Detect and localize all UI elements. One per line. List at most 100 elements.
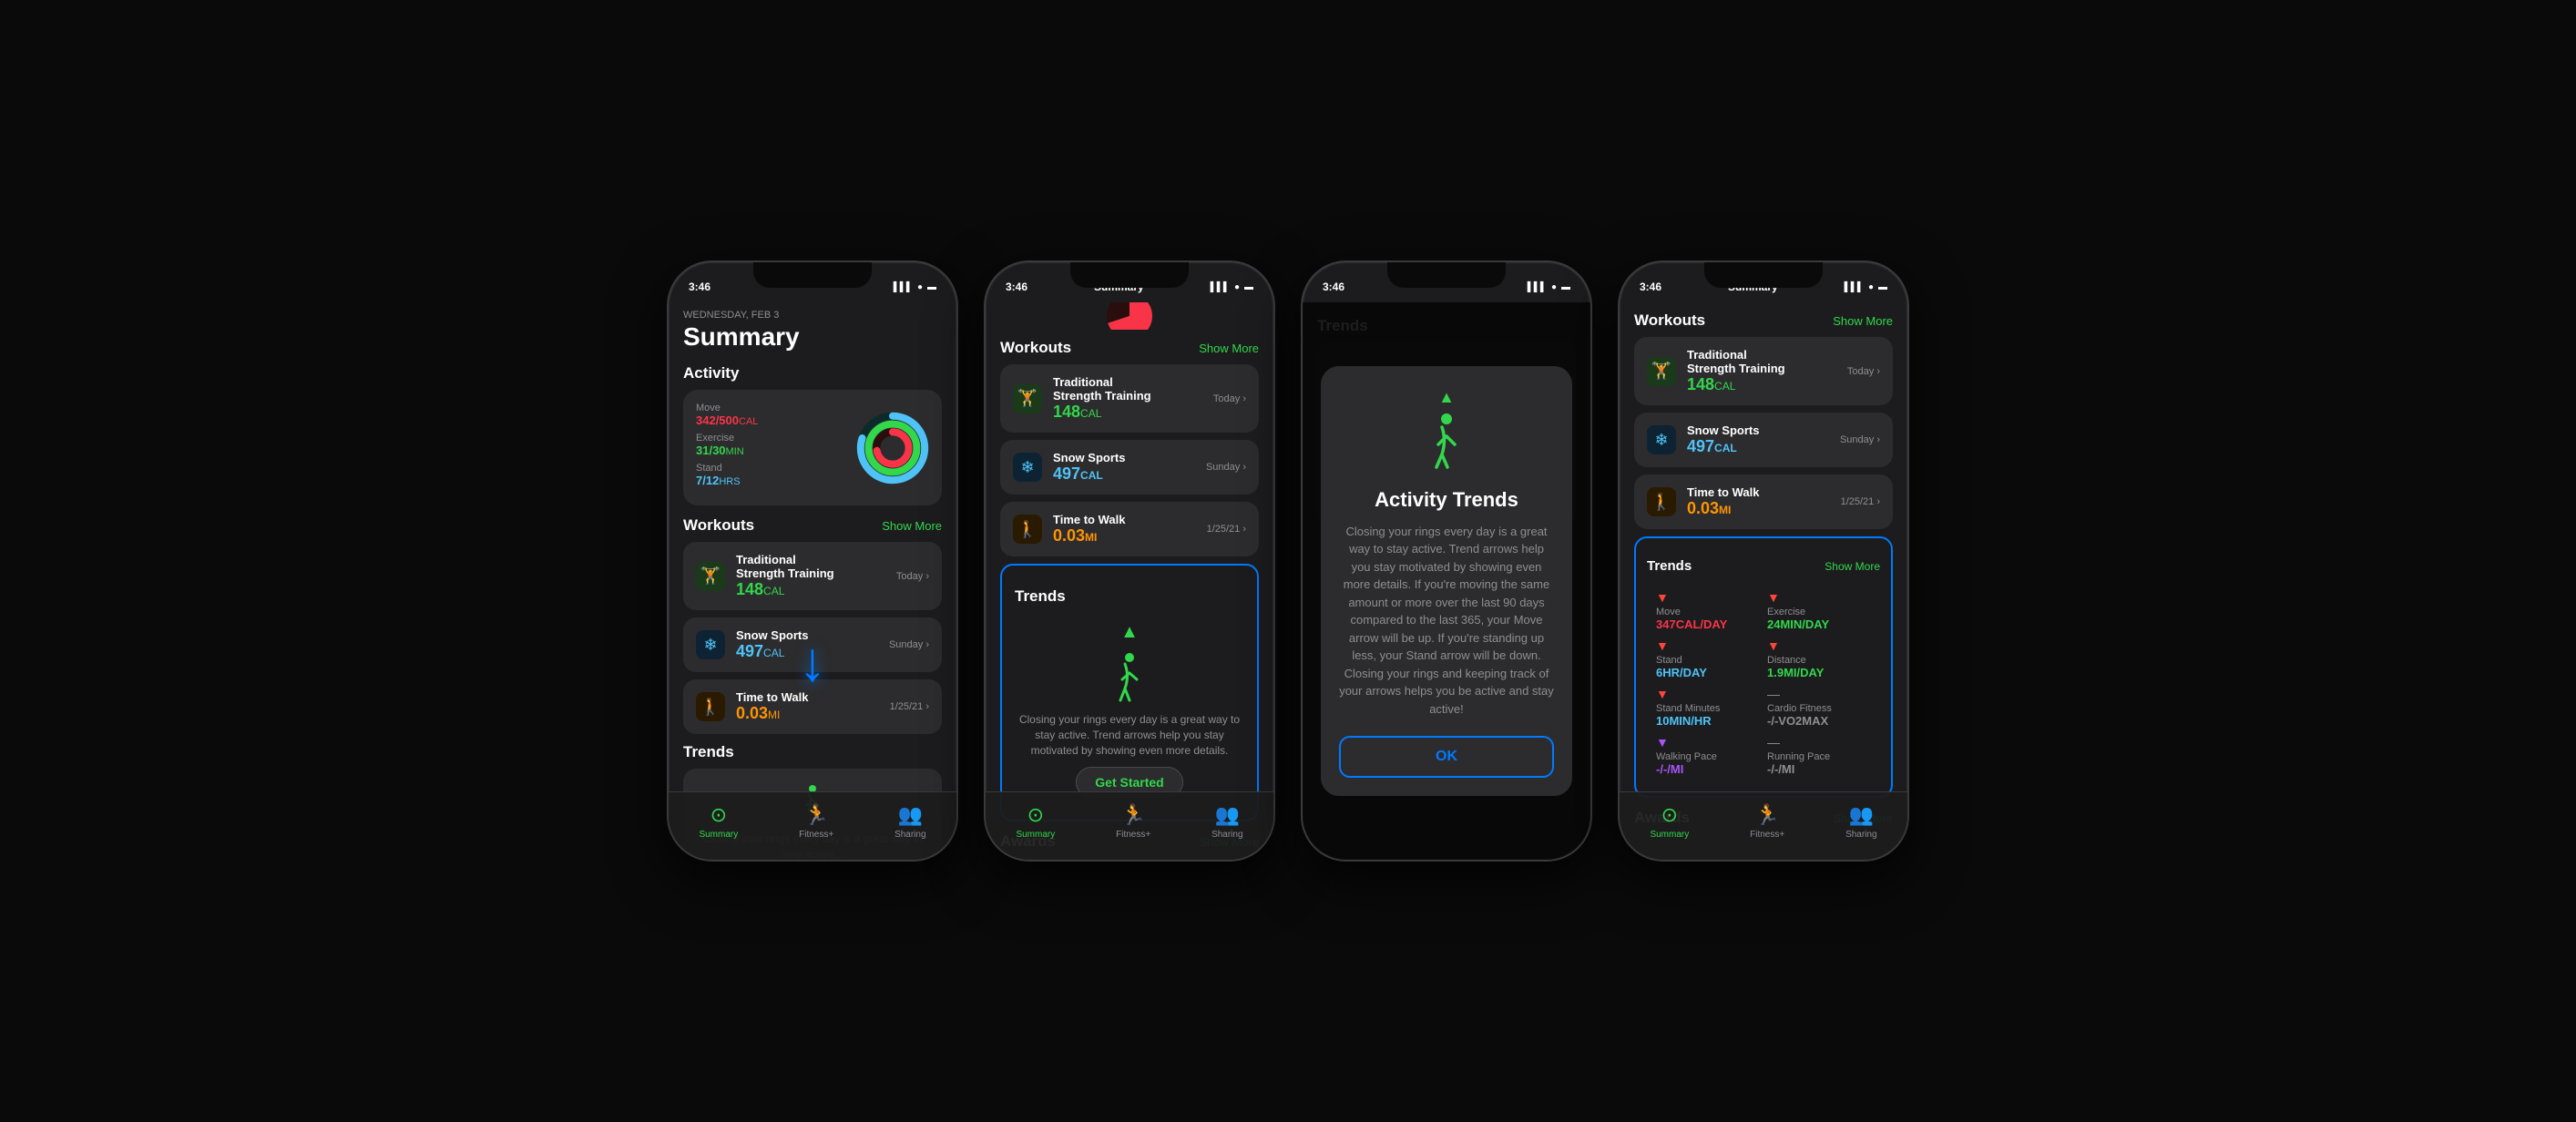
rings-svg	[856, 412, 929, 484]
strength-info-2: TraditionalStrength Training 148CAL	[1053, 375, 1202, 422]
walk-cal: 0.03MI	[736, 704, 879, 723]
battery-icon-3: ▬	[1561, 282, 1570, 292]
workout-strength-4[interactable]: 🏋 TraditionalStrength Training 148CAL To…	[1634, 337, 1893, 405]
trends-title-1: Trends	[683, 743, 942, 761]
phone4-scroll[interactable]: Workouts Show More 🏋 TraditionalStrength…	[1620, 302, 1907, 860]
standmin-trend-label: Stand Minutes	[1656, 703, 1760, 714]
cardio-trend-val: -/-VO2MAX	[1767, 714, 1871, 728]
trends-highlight-4: Trends Show More ▼ Move 347CAL/DAY ▼	[1634, 536, 1893, 798]
bottom-nav-1: ⊙ Summary 🏃 Fitness+ 👥 Sharing	[669, 791, 956, 860]
nav-fitness-4[interactable]: 🏃 Fitness+	[1750, 803, 1784, 840]
stand-trend-val: 6HR/DAY	[1656, 666, 1760, 679]
summary-nav-label: Summary	[699, 830, 738, 840]
walk-workout-icon: 🚶	[696, 692, 725, 721]
status-time-2: 3:46	[1006, 280, 1027, 293]
summary-label-4: Summary	[1650, 830, 1689, 840]
stand-value: 7/12HRS	[696, 474, 843, 487]
nav-sharing-4[interactable]: 👥 Sharing	[1845, 803, 1876, 840]
workout-strength-2[interactable]: 🏋 TraditionalStrength Training 148CAL To…	[1000, 364, 1259, 433]
trend-exercise: ▼ Exercise 24MIN/DAY	[1767, 590, 1871, 631]
phone-3: 3:46 ▌▌▌ ● ▬ Trends ▲	[1301, 260, 1592, 862]
trend-stand: ▼ Stand 6HR/DAY	[1656, 638, 1760, 679]
walk-date: 1/25/21 ›	[890, 701, 929, 712]
nav-summary-4[interactable]: ⊙ Summary	[1650, 803, 1689, 840]
signal-icon-1: ▌▌▌	[894, 282, 913, 292]
nav-sharing-1[interactable]: 👥 Sharing	[894, 803, 925, 840]
workout-snow-2[interactable]: ❄ Snow Sports 497CAL Sunday ›	[1000, 440, 1259, 495]
workout-walk-2[interactable]: 🚶 Time to Walk 0.03MI 1/25/21 ›	[1000, 502, 1259, 556]
workout-snow-4[interactable]: ❄ Snow Sports 497CAL Sunday ›	[1634, 413, 1893, 467]
status-icons-1: ▌▌▌ ● ▬	[894, 282, 936, 292]
walking-figure-svg	[1107, 650, 1152, 705]
show-more-workouts-4[interactable]: Show More	[1833, 314, 1893, 328]
workout-item-strength-1[interactable]: 🏋 TraditionalStrength Training 148CAL To…	[683, 542, 942, 610]
show-more-trends-4[interactable]: Show More	[1825, 560, 1880, 573]
move-stat: Move 342/500CAL	[696, 403, 843, 427]
page-title-1: Summary	[683, 322, 942, 352]
trends-highlight-box: Trends ▲ Closing your rings every day is…	[1000, 564, 1259, 821]
battery-icon-1: ▬	[927, 282, 936, 292]
battery-icon-2: ▬	[1244, 282, 1253, 292]
trends-desc-2: Closing your rings every day is a great …	[1015, 712, 1244, 758]
phone2-scroll[interactable]: Workouts Show More 🏋 TraditionalStrength…	[986, 302, 1273, 860]
trend-cardio: — Cardio Fitness -/-VO2MAX	[1767, 687, 1871, 728]
workout-walk-4[interactable]: 🚶 Time to Walk 0.03MI 1/25/21 ›	[1634, 474, 1893, 529]
stand-stat: Stand 7/12HRS	[696, 463, 843, 487]
exercise-arrow: ▼	[1767, 590, 1780, 605]
trends-up-arrow: ▲	[1120, 622, 1139, 643]
status-icons-4: ▌▌▌ ● ▬	[1845, 282, 1887, 292]
trends-inner-4: Trends Show More ▼ Move 347CAL/DAY ▼	[1636, 538, 1891, 796]
strength-icon-2: 🏋	[1013, 384, 1042, 413]
trends-grid-4: ▼ Move 347CAL/DAY ▼ Exercise 24MIN/DAY ▼	[1647, 581, 1880, 785]
strength-date: Today ›	[896, 571, 929, 582]
cardio-arrow: —	[1767, 687, 1780, 701]
move-trend-val: 347CAL/DAY	[1656, 617, 1760, 631]
walkpace-arrow: ▼	[1656, 735, 1669, 750]
phones-container: 3:46 ▌▌▌ ● ▬ WEDNESDAY, FEB 3 Summary Ac…	[667, 260, 1909, 862]
show-more-workouts-2[interactable]: Show More	[1199, 342, 1259, 355]
stand-label: Stand	[696, 463, 843, 474]
walk-icon-4: 🚶	[1647, 487, 1676, 516]
trend-distance: ▼ Distance 1.9MI/DAY	[1767, 638, 1871, 679]
modal-text: Closing your rings every day is a great …	[1339, 523, 1554, 719]
move-value: 342/500CAL	[696, 413, 843, 427]
workouts-title-4: Workouts	[1634, 311, 1705, 330]
status-time-3: 3:46	[1323, 280, 1344, 293]
distance-trend-label: Distance	[1767, 655, 1871, 666]
snow-workout-icon: ❄	[696, 630, 725, 659]
fitness-nav-icon-4: 🏃	[1754, 803, 1779, 827]
workouts-title-1: Workouts	[683, 516, 754, 535]
phone-2: 3:46 Summary ▌▌▌ ● ▬ Workouts Show More	[984, 260, 1275, 862]
nav-summary-1[interactable]: ⊙ Summary	[699, 803, 738, 840]
strength-cal-2: 148CAL	[1053, 403, 1202, 422]
runpace-trend-val: -/-/MI	[1767, 762, 1871, 776]
phone-4: 3:46 Summary ▌▌▌ ● ▬ Workouts Show More …	[1618, 260, 1909, 862]
fitness-nav-icon-2: 🏃	[1120, 803, 1145, 827]
phone1-scroll[interactable]: WEDNESDAY, FEB 3 Summary Activity Move 3…	[669, 302, 956, 860]
trend-standmin: ▼ Stand Minutes 10MIN/HR	[1656, 687, 1760, 728]
snow-cal-2: 497CAL	[1053, 464, 1195, 484]
workouts-header-1: Workouts Show More	[683, 516, 942, 535]
modal-ok-button[interactable]: OK	[1339, 736, 1554, 778]
nav-sharing-2[interactable]: 👥 Sharing	[1211, 803, 1242, 840]
trend-runpace: — Running Pace -/-/MI	[1767, 735, 1871, 776]
distance-arrow: ▼	[1767, 638, 1780, 653]
fitness-nav-icon: 🏃	[803, 803, 828, 827]
fitness-label-2: Fitness+	[1116, 830, 1150, 840]
modal-title: Activity Trends	[1339, 488, 1554, 512]
show-more-workouts-1[interactable]: Show More	[882, 519, 942, 533]
activity-card[interactable]: Move 342/500CAL Exercise 31/30MIN Stand …	[683, 390, 942, 505]
nav-fitness-1[interactable]: 🏃 Fitness+	[799, 803, 833, 840]
sharing-nav-icon-4: 👥	[1849, 803, 1874, 827]
status-time-1: 3:46	[689, 280, 710, 293]
move-label: Move	[696, 403, 843, 413]
exercise-trend-val: 24MIN/DAY	[1767, 617, 1871, 631]
exercise-stat: Exercise 31/30MIN	[696, 433, 843, 457]
walk-date-4: 1/25/21 ›	[1841, 496, 1880, 507]
sharing-label-2: Sharing	[1211, 830, 1242, 840]
nav-summary-2[interactable]: ⊙ Summary	[1016, 803, 1055, 840]
nav-fitness-2[interactable]: 🏃 Fitness+	[1116, 803, 1150, 840]
sharing-label-4: Sharing	[1845, 830, 1876, 840]
status-time-4: 3:46	[1640, 280, 1661, 293]
summary-nav-icon-2: ⊙	[1027, 803, 1044, 827]
